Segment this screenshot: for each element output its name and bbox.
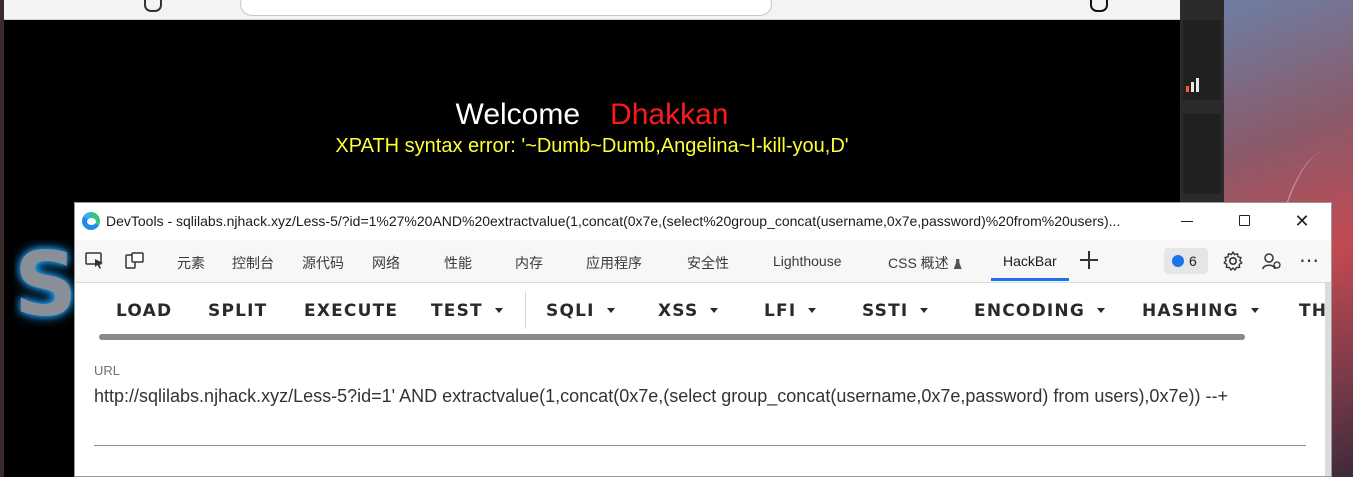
xss-label: XSS [658, 301, 699, 321]
minimize-button[interactable] [1167, 207, 1207, 235]
caret-down-icon [808, 308, 817, 313]
tab-network[interactable]: 网络 [372, 253, 400, 273]
site-logo: S [14, 240, 78, 330]
inspect-element-icon[interactable] [85, 252, 105, 270]
hackbar-toolbar: LOAD SPLIT EXECUTE TEST SQLI XSS LFI SST… [75, 283, 1331, 339]
toolbar-divider [525, 291, 526, 329]
active-tab-indicator [991, 278, 1069, 281]
ssti-label: SSTI [862, 301, 909, 321]
browser-toolbar [4, 0, 1180, 20]
split-button[interactable]: SPLIT [208, 301, 267, 321]
tab-css-overview-label: CSS 概述 [888, 255, 949, 271]
tab-sources[interactable]: 源代码 [302, 253, 344, 273]
tab-memory[interactable]: 内存 [515, 253, 543, 273]
caret-down-icon [1250, 308, 1259, 313]
message-bubble-icon [1172, 255, 1184, 267]
tab-css-overview[interactable]: CSS 概述 [888, 253, 962, 273]
hashing-dropdown[interactable]: HASHING [1142, 301, 1259, 321]
devtools-window: DevTools - sqlilabs.njhack.xyz/Less-5/?i… [74, 202, 1332, 477]
caret-down-icon [710, 308, 719, 313]
edge-logo-icon [82, 212, 100, 230]
devtools-tabbar: 元素 控制台 源代码 网络 性能 内存 应用程序 安全性 Lighthouse … [75, 240, 1331, 283]
tab-application[interactable]: 应用程序 [586, 253, 642, 273]
hashing-label: HASHING [1142, 301, 1239, 321]
lfi-label: LFI [764, 301, 797, 321]
devtools-titlebar: DevTools - sqlilabs.njhack.xyz/Less-5/?i… [75, 203, 1331, 239]
tab-elements[interactable]: 元素 [177, 253, 205, 273]
add-tab-icon[interactable] [1080, 251, 1098, 269]
issues-badge[interactable]: 6 [1164, 248, 1208, 274]
encoding-label: ENCODING [974, 301, 1085, 321]
settings-gear-icon[interactable] [1222, 250, 1244, 272]
theme-dropdown[interactable]: TH [1299, 301, 1327, 321]
toolbar-scrollbar[interactable] [99, 334, 1245, 340]
maximize-button[interactable] [1225, 207, 1265, 235]
experiment-flask-icon [953, 259, 962, 269]
test-label: TEST [431, 301, 483, 321]
profile-icon[interactable] [1090, 0, 1108, 12]
xss-dropdown[interactable]: XSS [658, 301, 719, 321]
more-options-icon[interactable]: ⋯ [1299, 248, 1319, 273]
encoding-dropdown[interactable]: ENCODING [974, 301, 1105, 321]
tab-lighthouse[interactable]: Lighthouse [773, 253, 842, 269]
execute-button[interactable]: EXECUTE [304, 301, 398, 321]
tab-performance[interactable]: 性能 [444, 253, 472, 273]
tab-console[interactable]: 控制台 [232, 253, 274, 273]
remote-devices-icon[interactable] [1261, 250, 1283, 272]
sidebar-tile [1183, 114, 1221, 194]
device-emulation-icon[interactable] [125, 252, 145, 270]
xpath-error-message: XPATH syntax error: '~Dumb~Dumb,Angelina… [335, 135, 849, 157]
load-button[interactable]: LOAD [116, 301, 172, 321]
tab-hackbar[interactable]: HackBar [1003, 253, 1057, 269]
caret-down-icon [606, 308, 615, 313]
signal-bars-icon[interactable] [1186, 78, 1199, 92]
lfi-dropdown[interactable]: LFI [764, 301, 817, 321]
welcome-label: Welcome [455, 98, 581, 131]
issues-count: 6 [1189, 253, 1197, 269]
refresh-icon[interactable] [144, 0, 162, 12]
devtools-title: DevTools - sqlilabs.njhack.xyz/Less-5/?i… [106, 213, 1121, 229]
tab-security[interactable]: 安全性 [687, 253, 729, 273]
test-dropdown[interactable]: TEST [431, 301, 503, 321]
url-input-underline [94, 445, 1306, 446]
caret-down-icon [920, 308, 929, 313]
close-button[interactable]: ✕ [1282, 207, 1322, 235]
sqli-dropdown[interactable]: SQLI [546, 301, 615, 321]
welcome-heading: Welcome Dhakkan [4, 98, 1180, 132]
welcome-name: Dhakkan [610, 98, 729, 131]
url-input[interactable]: http://sqlilabs.njhack.xyz/Less-5?id=1' … [94, 379, 1274, 414]
sqli-label: SQLI [546, 301, 595, 321]
panel-scrollbar[interactable] [1325, 283, 1331, 476]
caret-down-icon [494, 308, 503, 313]
address-bar[interactable] [240, 0, 772, 16]
ssti-dropdown[interactable]: SSTI [862, 301, 929, 321]
url-field-label: URL [94, 363, 121, 378]
caret-down-icon [1097, 308, 1105, 313]
